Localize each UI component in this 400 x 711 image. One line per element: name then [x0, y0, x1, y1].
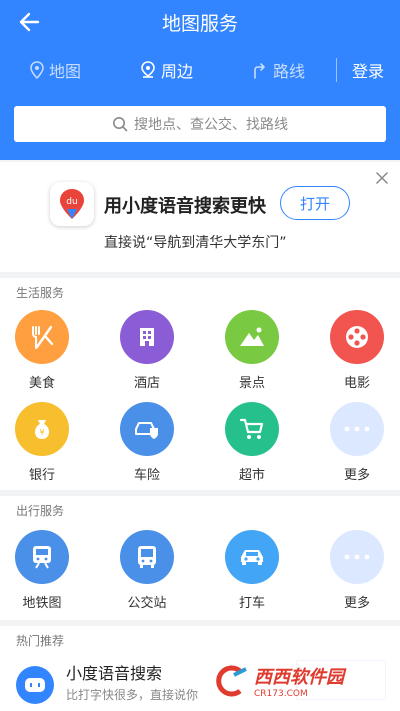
nav-divider	[336, 58, 337, 82]
promo-title: 用小度语音搜索更快	[104, 196, 266, 217]
header: 地图服务 地图 周边 路线 登录 搜地点、查公交、找路线	[0, 0, 400, 160]
search-icon	[113, 117, 128, 132]
tab-map-label: 地图	[49, 62, 82, 81]
service-subway[interactable]: 地铁图	[2, 530, 82, 611]
service-car-insurance[interactable]: 车险	[107, 402, 187, 483]
back-arrow-icon	[19, 12, 40, 32]
bus-icon	[120, 530, 174, 584]
voice-search-promo: du 用小度语音搜索更快 打开 直接说“导航到清华大学东门”	[0, 162, 400, 272]
logo-text: du	[66, 197, 77, 207]
page-title: 地图服务	[161, 12, 238, 35]
supermarket-icon	[225, 402, 279, 456]
service-label: 公交站	[127, 596, 167, 611]
life-services-section: 生活服务 美食 酒店 景点 电影 ¥ 银行 车险 超市 更多	[0, 278, 400, 490]
section-title: 出行服务	[16, 504, 65, 518]
service-more[interactable]: 更多	[317, 402, 397, 483]
nav-bar: 地图 周边 路线 登录	[0, 44, 400, 96]
service-label: 车险	[133, 468, 160, 483]
xiaodu-robot-icon	[16, 666, 54, 704]
section-title: 生活服务	[16, 286, 65, 300]
service-scenery[interactable]: 景点	[212, 310, 292, 391]
hot-item-subtitle: 比打字快很多，直接说你	[66, 688, 199, 702]
watermark-text: 西西软件园	[254, 667, 344, 688]
login-button[interactable]: 登录	[352, 58, 384, 82]
service-bus[interactable]: 公交站	[107, 530, 187, 611]
car-insurance-icon	[120, 402, 174, 456]
close-icon[interactable]	[374, 170, 390, 186]
service-supermarket[interactable]: 超市	[212, 402, 292, 483]
service-label: 电影	[343, 376, 370, 391]
service-film[interactable]: 电影	[317, 310, 397, 391]
service-food[interactable]: 美食	[2, 310, 82, 391]
open-button[interactable]: 打开	[280, 186, 350, 220]
scenery-icon	[225, 310, 279, 364]
tab-nearby[interactable]: 周边	[140, 58, 193, 82]
xiaodu-logo: du	[50, 182, 94, 226]
map-pin-logo-icon: du	[60, 189, 84, 219]
more-icon	[330, 530, 384, 584]
site-watermark: 西西软件园 CR173.COM	[200, 655, 398, 707]
service-label: 打车	[238, 596, 265, 611]
more-icon	[330, 402, 384, 456]
service-label: 美食	[28, 376, 55, 391]
service-label: 超市	[238, 468, 265, 483]
bank-icon: ¥	[15, 402, 69, 456]
watermark-url: CR173.COM	[254, 689, 308, 699]
watermark-logo-icon	[216, 665, 247, 697]
taxi-icon	[225, 530, 279, 584]
location-pin-icon	[30, 61, 44, 79]
service-label: 更多	[343, 468, 370, 483]
svg-text:¥: ¥	[39, 428, 44, 437]
subway-icon	[15, 530, 69, 584]
section-title: 热门推荐	[16, 634, 65, 648]
travel-services-section: 出行服务 地铁图 公交站 打车 更多	[0, 496, 400, 620]
service-hotel[interactable]: 酒店	[107, 310, 187, 391]
service-label: 地铁图	[22, 596, 62, 611]
tab-route-label: 路线	[273, 62, 306, 81]
service-label: 景点	[238, 376, 265, 391]
hotel-icon	[120, 310, 174, 364]
title-bar: 地图服务	[0, 0, 400, 44]
route-icon	[254, 63, 265, 79]
service-label: 银行	[28, 468, 55, 483]
search-placeholder: 搜地点、查公交、找路线	[134, 117, 288, 133]
service-taxi[interactable]: 打车	[212, 530, 292, 611]
film-icon	[330, 310, 384, 364]
service-more-travel[interactable]: 更多	[317, 530, 397, 611]
search-input[interactable]: 搜地点、查公交、找路线	[14, 106, 386, 142]
tab-nearby-label: 周边	[161, 62, 194, 81]
service-label: 更多	[343, 596, 370, 611]
tab-map[interactable]: 地图	[30, 58, 81, 82]
hot-item-title[interactable]: 小度语音搜索	[66, 660, 162, 684]
service-label: 酒店	[133, 376, 160, 391]
promo-subtitle: 直接说“导航到清华大学东门”	[104, 235, 287, 251]
tab-route[interactable]: 路线	[252, 58, 305, 82]
nearby-pin-icon	[141, 61, 155, 78]
back-button[interactable]	[14, 8, 44, 36]
service-bank[interactable]: ¥ 银行	[2, 402, 82, 483]
food-icon	[15, 310, 69, 364]
